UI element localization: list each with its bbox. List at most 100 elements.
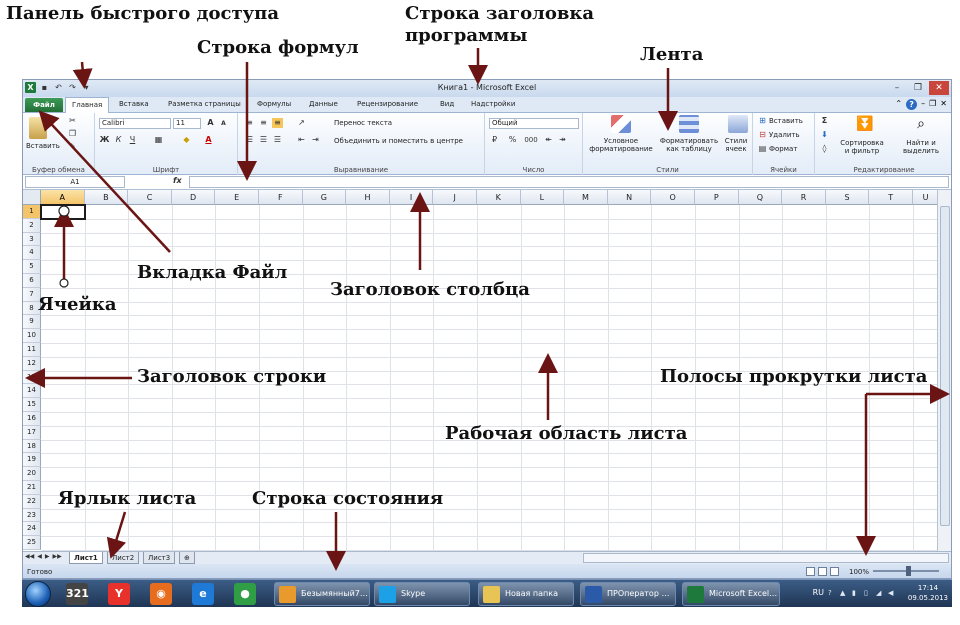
chrome-icon[interactable]: ●	[234, 583, 256, 605]
prev-sheet-icon[interactable]: ◀	[37, 553, 42, 560]
normal-view-icon[interactable]	[806, 567, 815, 576]
row-header-12[interactable]: 12	[23, 356, 41, 371]
decrease-decimal-icon[interactable]: ↠	[557, 135, 568, 145]
row-header-6[interactable]: 6	[23, 274, 41, 288]
zoom-level[interactable]: 100%	[849, 568, 869, 576]
percent-button[interactable]: %	[507, 135, 518, 145]
battery-icon[interactable]: ▯	[864, 589, 872, 598]
restore-icon[interactable]: ❐	[929, 99, 936, 110]
format-cells-button[interactable]: Формат	[769, 145, 797, 153]
formula-input[interactable]	[189, 176, 949, 188]
align-left-icon[interactable]: ☰	[244, 135, 255, 145]
row-header-3[interactable]: 3	[23, 232, 41, 247]
column-header-l[interactable]: L	[520, 190, 565, 205]
clear-icon[interactable]: ◊	[819, 144, 830, 154]
format-painter-icon[interactable]: ✎	[67, 142, 78, 152]
row-header-18[interactable]: 18	[23, 439, 41, 454]
column-header-d[interactable]: D	[171, 190, 216, 205]
ie-icon[interactable]: e	[192, 583, 214, 605]
align-top-icon[interactable]: ≡	[244, 118, 255, 128]
paste-icon[interactable]	[29, 117, 47, 139]
column-header-g[interactable]: G	[302, 190, 347, 205]
column-header-r[interactable]: R	[782, 190, 826, 205]
row-header-4[interactable]: 4	[23, 246, 41, 261]
row-header-20[interactable]: 20	[23, 467, 41, 481]
signal-icon[interactable]: ◢	[876, 589, 884, 598]
align-right-icon[interactable]: ☰	[272, 135, 283, 145]
column-header-c[interactable]: C	[128, 190, 172, 205]
column-header-b[interactable]: B	[84, 190, 129, 205]
column-header-u[interactable]: U	[913, 190, 939, 205]
row-header-11[interactable]: 11	[23, 343, 41, 357]
insert-cells-icon[interactable]: ⊞	[757, 116, 768, 126]
calendar-icon[interactable]: 321	[66, 583, 89, 605]
tab-review[interactable]: Рецензирование	[357, 100, 418, 108]
close-icon[interactable]: ✕	[940, 99, 947, 110]
insert-cells-button[interactable]: Вставить	[769, 117, 803, 125]
row-header-2[interactable]: 2	[23, 218, 41, 233]
column-header-m[interactable]: M	[564, 190, 608, 205]
taskbar-app-button[interactable]: ПРОператор …	[580, 582, 676, 606]
column-header-e[interactable]: E	[215, 190, 259, 205]
insert-function-icon[interactable]: fx	[173, 176, 182, 185]
align-center-icon[interactable]: ☰	[258, 135, 269, 145]
name-box[interactable]: A1	[25, 176, 125, 188]
merge-center-button[interactable]: Объединить и поместить в центре	[334, 137, 463, 145]
underline-button[interactable]: Ч	[127, 135, 138, 145]
row-header-14[interactable]: 14	[23, 384, 41, 399]
find-select-button[interactable]: Найти и выделить	[895, 139, 947, 155]
row-header-17[interactable]: 17	[23, 425, 41, 440]
shrink-font-icon[interactable]: A	[218, 119, 229, 129]
row-header-23[interactable]: 23	[23, 508, 41, 523]
row-header-24[interactable]: 24	[23, 522, 41, 537]
collapse-ribbon-icon[interactable]: ⌃	[895, 99, 902, 110]
fill-icon[interactable]: ⬇	[819, 130, 830, 140]
network-icon[interactable]: ▮	[852, 589, 860, 598]
delete-cells-icon[interactable]: ⊟	[757, 130, 768, 140]
sheet-tab-3[interactable]: Лист3	[143, 552, 176, 564]
column-header-o[interactable]: O	[651, 190, 695, 205]
borders-icon[interactable]: ▦	[153, 135, 164, 145]
vertical-scrollbar[interactable]	[937, 190, 951, 551]
column-header-s[interactable]: S	[825, 190, 870, 205]
format-as-table-icon[interactable]	[679, 115, 699, 133]
zoom-slider-knob[interactable]	[906, 566, 911, 576]
yandex-icon[interactable]: Y	[108, 583, 130, 605]
help-tray-icon[interactable]: ?	[828, 589, 836, 598]
column-header-i[interactable]: I	[389, 190, 434, 205]
tab-addins[interactable]: Надстройки	[471, 100, 515, 108]
windows-start-icon[interactable]	[25, 581, 51, 607]
sort-filter-icon[interactable]: ⏬	[855, 115, 875, 133]
select-all-corner[interactable]	[23, 190, 41, 205]
font-size-select[interactable]: 11	[173, 118, 201, 129]
sort-filter-button[interactable]: Сортировка и фильтр	[837, 139, 887, 155]
minimize-icon[interactable]: –	[887, 81, 907, 95]
cell-styles-icon[interactable]	[728, 115, 748, 133]
last-sheet-icon[interactable]: ▶▶	[52, 553, 61, 560]
row-header-15[interactable]: 15	[23, 398, 41, 412]
orientation-icon[interactable]: ↗	[296, 118, 307, 128]
sheet-tab-1[interactable]: Лист1	[69, 552, 103, 564]
row-header-22[interactable]: 22	[23, 494, 41, 509]
column-header-p[interactable]: P	[695, 190, 739, 205]
page-layout-view-icon[interactable]	[818, 567, 827, 576]
column-header-q[interactable]: Q	[738, 190, 783, 205]
currency-icon[interactable]: ₽	[489, 135, 500, 145]
row-header-21[interactable]: 21	[23, 481, 41, 495]
decrease-indent-icon[interactable]: ⇤	[296, 135, 307, 145]
cell-styles-button[interactable]: Стили ячеек	[721, 137, 751, 153]
next-sheet-icon[interactable]: ▶	[45, 553, 50, 560]
tab-formulas[interactable]: Формулы	[257, 100, 291, 108]
volume-icon[interactable]: ◀	[888, 589, 896, 598]
format-cells-icon[interactable]: ▤	[757, 144, 768, 154]
tab-file[interactable]: Файл	[25, 98, 63, 112]
autosum-icon[interactable]: Σ	[819, 116, 830, 126]
taskbar-app-button[interactable]: Безымянный7…	[274, 582, 370, 606]
conditional-formatting-icon[interactable]	[611, 115, 631, 133]
tab-page-layout[interactable]: Разметка страницы	[168, 100, 241, 108]
help-icon[interactable]: ?	[906, 99, 918, 110]
language-indicator[interactable]: RU	[813, 588, 824, 597]
conditional-formatting-button[interactable]: Условное форматирование	[587, 137, 655, 153]
row-header-1[interactable]: 1	[23, 205, 41, 219]
fill-color-icon[interactable]: ◆	[181, 135, 192, 145]
